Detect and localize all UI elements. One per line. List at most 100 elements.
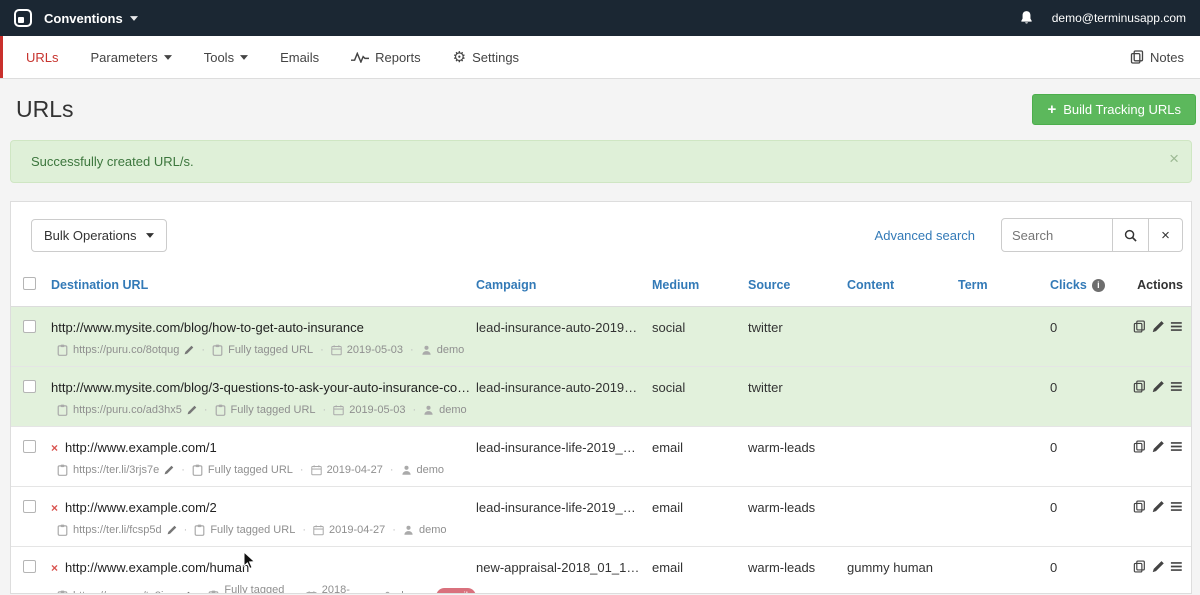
copy-short-url-icon[interactable]	[57, 524, 68, 536]
row-checkbox[interactable]	[23, 440, 36, 453]
app-logo[interactable]	[14, 9, 32, 27]
short-url[interactable]: https://ter.li/3rjs7e	[73, 464, 159, 476]
row-checkbox[interactable]	[23, 380, 36, 393]
row-menu-icon[interactable]	[1170, 380, 1183, 393]
duplicate-icon[interactable]	[1133, 320, 1146, 333]
col-source[interactable]: Source	[748, 278, 847, 292]
tab-parameters[interactable]: Parameters	[91, 50, 172, 65]
select-all-checkbox[interactable]	[23, 277, 36, 290]
created-date: 2019-04-27	[327, 464, 383, 476]
destination-url-link[interactable]: http://www.example.com/human	[65, 560, 249, 575]
col-clicks[interactable]: Clicks	[1050, 278, 1087, 292]
short-url[interactable]: https://puru.co/8otqug	[73, 344, 179, 356]
source-cell: warm-leads	[748, 500, 847, 515]
search-button[interactable]	[1113, 218, 1149, 252]
row-checkbox[interactable]	[23, 560, 36, 573]
destination-url-link[interactable]: http://www.mysite.com/blog/3-questions-t…	[51, 380, 476, 395]
chevron-down-icon	[164, 55, 172, 60]
tag-status-icon	[194, 524, 205, 536]
edit-short-url-icon[interactable]	[187, 405, 197, 415]
row-checkbox[interactable]	[23, 320, 36, 333]
tab-settings[interactable]: ⚙ Settings	[453, 50, 519, 65]
created-by: demo	[417, 464, 445, 476]
copy-short-url-icon[interactable]	[57, 344, 68, 356]
duplicate-icon[interactable]	[1133, 440, 1146, 453]
delete-x-icon[interactable]: ×	[51, 442, 58, 454]
notifications-bell-icon[interactable]	[1019, 10, 1034, 26]
search-input[interactable]	[1001, 218, 1113, 252]
row-menu-icon[interactable]	[1170, 500, 1183, 513]
nav-notes[interactable]: Notes	[1130, 50, 1184, 65]
short-url[interactable]: https://puru.co/ad3hx5	[73, 404, 182, 416]
duplicate-icon[interactable]	[1133, 380, 1146, 393]
campaign-cell: lead-insurance-life-2019_…	[476, 500, 652, 515]
col-destination-url[interactable]: Destination URL	[51, 278, 476, 292]
conventions-menu[interactable]: Conventions	[44, 11, 138, 26]
tab-label: Emails	[280, 50, 319, 65]
info-icon[interactable]: i	[1092, 279, 1105, 292]
col-campaign[interactable]: Campaign	[476, 278, 652, 292]
medium-cell: email	[652, 440, 748, 455]
campaign-cell: lead-insurance-auto-2019…	[476, 320, 652, 335]
edit-short-url-icon[interactable]	[167, 525, 177, 535]
tab-urls[interactable]: URLs	[26, 50, 59, 65]
clear-icon: ×	[1161, 227, 1170, 244]
row-checkbox[interactable]	[23, 500, 36, 513]
tag-status: Fully tagged URL	[228, 344, 313, 356]
destination-url-link[interactable]: http://www.mysite.com/blog/how-to-get-au…	[51, 320, 364, 335]
copy-short-url-icon[interactable]	[57, 590, 68, 594]
build-tracking-urls-button[interactable]: + Build Tracking URLs	[1032, 94, 1196, 125]
edit-icon[interactable]	[1152, 440, 1165, 453]
col-medium[interactable]: Medium	[652, 278, 748, 292]
delete-x-icon[interactable]: ×	[51, 562, 58, 574]
edit-short-url-icon[interactable]	[184, 345, 194, 355]
source-cell: twitter	[748, 380, 847, 395]
edit-icon[interactable]	[1152, 500, 1165, 513]
tab-label: URLs	[26, 50, 59, 65]
user-icon	[403, 524, 414, 536]
search-clear-button[interactable]: ×	[1149, 218, 1183, 252]
short-url[interactable]: https://puru.co/te8jen	[73, 590, 176, 594]
separator-dot: ·	[371, 590, 375, 594]
bulk-operations-button[interactable]: Bulk Operations	[31, 219, 167, 252]
separator-dot: ·	[181, 464, 185, 476]
row-menu-icon[interactable]	[1170, 560, 1183, 573]
table-header: Destination URL Campaign Medium Source C…	[11, 266, 1191, 307]
delete-x-icon[interactable]: ×	[51, 502, 58, 514]
col-term[interactable]: Term	[958, 278, 1050, 292]
separator-dot: ·	[295, 590, 299, 594]
clicks-cell: 0	[1050, 500, 1133, 515]
tab-reports[interactable]: Reports	[351, 50, 421, 65]
notes-label: Notes	[1150, 50, 1184, 65]
separator-dot: ·	[198, 590, 202, 594]
user-email[interactable]: demo@terminusapp.com	[1052, 11, 1186, 25]
tab-emails[interactable]: Emails	[280, 50, 319, 65]
tab-label: Settings	[472, 50, 519, 65]
duplicate-icon[interactable]	[1133, 560, 1146, 573]
tab-tools[interactable]: Tools	[204, 50, 248, 65]
edit-short-url-icon[interactable]	[181, 591, 191, 594]
col-content[interactable]: Content	[847, 278, 958, 292]
edit-icon[interactable]	[1152, 560, 1165, 573]
medium-cell: social	[652, 380, 748, 395]
edit-icon[interactable]	[1152, 380, 1165, 393]
copy-short-url-icon[interactable]	[57, 404, 68, 416]
copy-short-url-icon[interactable]	[57, 464, 68, 476]
chevron-down-icon	[240, 55, 248, 60]
row-menu-icon[interactable]	[1170, 320, 1183, 333]
table-toolbar: Bulk Operations Advanced search ×	[11, 202, 1191, 266]
tag-status-icon	[192, 464, 203, 476]
advanced-search-link[interactable]: Advanced search	[875, 228, 975, 243]
created-date: 2019-05-03	[349, 404, 405, 416]
edit-short-url-icon[interactable]	[164, 465, 174, 475]
clicks-cell: 0	[1050, 440, 1133, 455]
row-menu-icon[interactable]	[1170, 440, 1183, 453]
edit-icon[interactable]	[1152, 320, 1165, 333]
destination-url-link[interactable]: http://www.example.com/1	[65, 440, 217, 455]
page-title: URLs	[16, 96, 74, 123]
destination-url-link[interactable]: http://www.example.com/2	[65, 500, 217, 515]
duplicate-icon[interactable]	[1133, 500, 1146, 513]
short-url[interactable]: https://ter.li/fcsp5d	[73, 524, 162, 536]
source-cell: twitter	[748, 320, 847, 335]
alert-close-icon[interactable]: ×	[1169, 150, 1179, 167]
